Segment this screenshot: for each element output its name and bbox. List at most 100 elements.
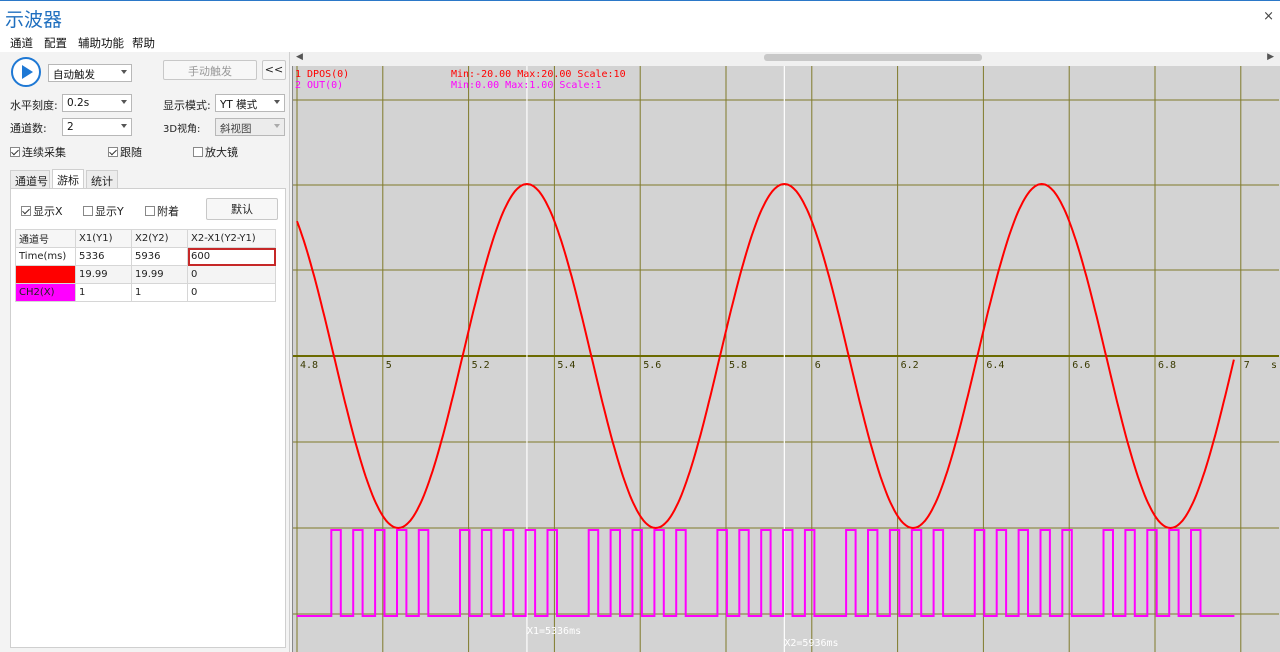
- play-icon: [22, 65, 33, 79]
- x-tick-label: 6.8: [1158, 360, 1176, 371]
- follow-label: 跟随: [120, 146, 142, 159]
- diff-cell: 0: [187, 283, 276, 302]
- x-tick-label: 5.2: [472, 360, 490, 371]
- col-header-x2: X2(Y2): [131, 229, 188, 248]
- manual-trigger-button[interactable]: 手动触发: [163, 60, 257, 80]
- x-tick-label: 5.8: [729, 360, 747, 371]
- table-row: Time(ms) 5336 5936 600: [15, 247, 276, 266]
- legend-label: 1 DPOS(0): [295, 69, 349, 80]
- run-button[interactable]: [11, 57, 41, 87]
- row-name-cell: Time(ms): [15, 247, 76, 266]
- menu-aux[interactable]: 辅助功能: [78, 35, 124, 51]
- channels-value: 2: [67, 121, 74, 133]
- show-x-label: 显示X: [33, 205, 63, 218]
- default-button[interactable]: 默认: [206, 198, 278, 220]
- x-tick-label: 6.6: [1072, 360, 1090, 371]
- magnifier-checkbox[interactable]: 放大镜: [193, 144, 238, 160]
- x-tick-label: 5.6: [643, 360, 661, 371]
- scope-svg: 4.8 5 5.2 5.4 5.6 5.8 6 6.2 6.4 6.6 6.8 7 s X1=5336ms…: [293, 66, 1279, 652]
- col-header-x1: X1(Y1): [75, 229, 132, 248]
- tab-channel[interactable]: 通道号: [10, 170, 50, 189]
- menu-help[interactable]: 帮助: [132, 35, 155, 51]
- display-mode-value: YT 模式: [220, 99, 258, 111]
- h-scale-value: 0.2s: [67, 97, 90, 109]
- close-icon[interactable]: ×: [1263, 9, 1274, 24]
- x2-cell: 1: [131, 283, 188, 302]
- checkbox-empty-icon: [145, 206, 155, 216]
- x-tick-label: 6.2: [901, 360, 919, 371]
- h-scale-label: 水平刻度:: [10, 99, 58, 112]
- show-y-label: 显示Y: [95, 205, 124, 218]
- window-title: 示波器: [5, 9, 63, 31]
- control-panel: 自动触发 手动触发 << 水平刻度: 0.2s 显示模式: YT 模式 通道数:…: [0, 52, 290, 652]
- x1-cell: 1: [75, 283, 132, 302]
- x2-cell[interactable]: 5936: [131, 247, 188, 266]
- x-tick-label: 4.8: [300, 360, 318, 371]
- menu-channel[interactable]: 通道: [10, 35, 33, 51]
- show-x-checkbox[interactable]: 显示X: [21, 203, 63, 219]
- legend-info: Min:0.00 Max:1.00 Scale:1: [451, 80, 602, 91]
- table-row: 19.99 19.99 0: [15, 265, 276, 284]
- chevron-down-icon: [274, 124, 280, 128]
- x1-cell[interactable]: 5336: [75, 247, 132, 266]
- cursor-table: 通道号 X1(Y1) X2(Y2) X2-X1(Y2-Y1) Time(ms) …: [15, 229, 276, 302]
- x-tick-label: 7: [1244, 360, 1250, 371]
- col-header-diff: X2-X1(Y2-Y1): [187, 229, 276, 248]
- x-tick-label: 6: [815, 360, 821, 371]
- row-name-cell-ch1: [15, 265, 76, 284]
- checkbox-empty-icon: [193, 147, 203, 157]
- chevron-down-icon: [121, 124, 127, 128]
- ch2-out-trace: [297, 529, 1235, 617]
- legend-info: Min:-20.00 Max:20.00 Scale:10: [451, 69, 626, 80]
- trigger-mode-select[interactable]: 自动触发: [48, 64, 132, 82]
- magnifier-label: 放大镜: [205, 146, 238, 159]
- view3d-value: 斜视图: [220, 123, 252, 135]
- x-tick-label: 6.4: [986, 360, 1004, 371]
- checkbox-checked-icon: [10, 147, 20, 157]
- trigger-mode-value: 自动触发: [53, 69, 95, 81]
- x1-cell: 19.99: [75, 265, 132, 284]
- chevron-down-icon: [121, 70, 127, 74]
- view3d-select: 斜视图: [215, 118, 285, 136]
- scroll-left-icon[interactable]: ◀: [296, 52, 303, 62]
- x-tick-label: 5: [386, 360, 392, 371]
- checkbox-checked-icon: [108, 147, 118, 157]
- tab-stats[interactable]: 统计: [86, 170, 118, 189]
- table-row: CH2(X) 1 1 0: [15, 283, 276, 302]
- title-bar: 示波器 ×: [0, 0, 1280, 32]
- continuous-checkbox[interactable]: 连续采集: [10, 144, 66, 160]
- channels-select[interactable]: 2: [62, 118, 132, 136]
- menu-bar: 通道 配置 辅助功能 帮助: [0, 32, 1280, 52]
- display-mode-label: 显示模式:: [163, 99, 211, 112]
- x2-cell: 19.99: [131, 265, 188, 284]
- cursor-label-x2: X2=5936ms: [784, 638, 838, 649]
- tab-cursor[interactable]: 游标: [52, 169, 84, 189]
- h-scale-select[interactable]: 0.2s: [62, 94, 132, 112]
- view3d-label: 3D视角:: [163, 124, 201, 135]
- display-mode-select[interactable]: YT 模式: [215, 94, 285, 112]
- scroll-right-icon[interactable]: ▶: [1267, 52, 1274, 62]
- scroll-thumb[interactable]: [764, 54, 982, 61]
- diff-cell[interactable]: 600: [187, 247, 276, 266]
- cursor-label-x1: X1=5336ms: [527, 626, 581, 637]
- diff-cell: 0: [187, 265, 276, 284]
- collapse-button[interactable]: <<: [262, 60, 286, 80]
- chevron-down-icon: [121, 100, 127, 104]
- plot-area[interactable]: 4.8 5 5.2 5.4 5.6 5.8 6 6.2 6.4 6.6 6.8 7 s X1=5336ms…: [292, 66, 1280, 652]
- horizontal-scrollbar[interactable]: ◀ ▶: [292, 52, 1280, 66]
- col-header-channel: 通道号: [15, 229, 76, 248]
- attach-checkbox[interactable]: 附着: [145, 203, 179, 219]
- scope-area: ◀ ▶ 4.8 5 5.2 5.4 5.6 5.8 6 6.2 6.4 6.6 6.8 7 s X1=53…: [292, 52, 1280, 652]
- follow-checkbox[interactable]: 跟随: [108, 144, 142, 160]
- checkbox-checked-icon: [21, 206, 31, 216]
- checkbox-empty-icon: [83, 206, 93, 216]
- chevron-down-icon: [274, 100, 280, 104]
- x-tick-label: s: [1271, 360, 1277, 371]
- channels-label: 通道数:: [10, 122, 47, 135]
- row-name-cell-ch2: CH2(X): [15, 283, 76, 302]
- continuous-label: 连续采集: [22, 146, 66, 159]
- cursor-panel: 显示X 显示Y 附着 默认 通道号 X1(Y1) X2(Y2) X2-X1(Y2…: [10, 188, 286, 648]
- menu-config[interactable]: 配置: [44, 35, 67, 51]
- show-y-checkbox[interactable]: 显示Y: [83, 203, 124, 219]
- legend-label: 2 OUT(0): [295, 80, 343, 91]
